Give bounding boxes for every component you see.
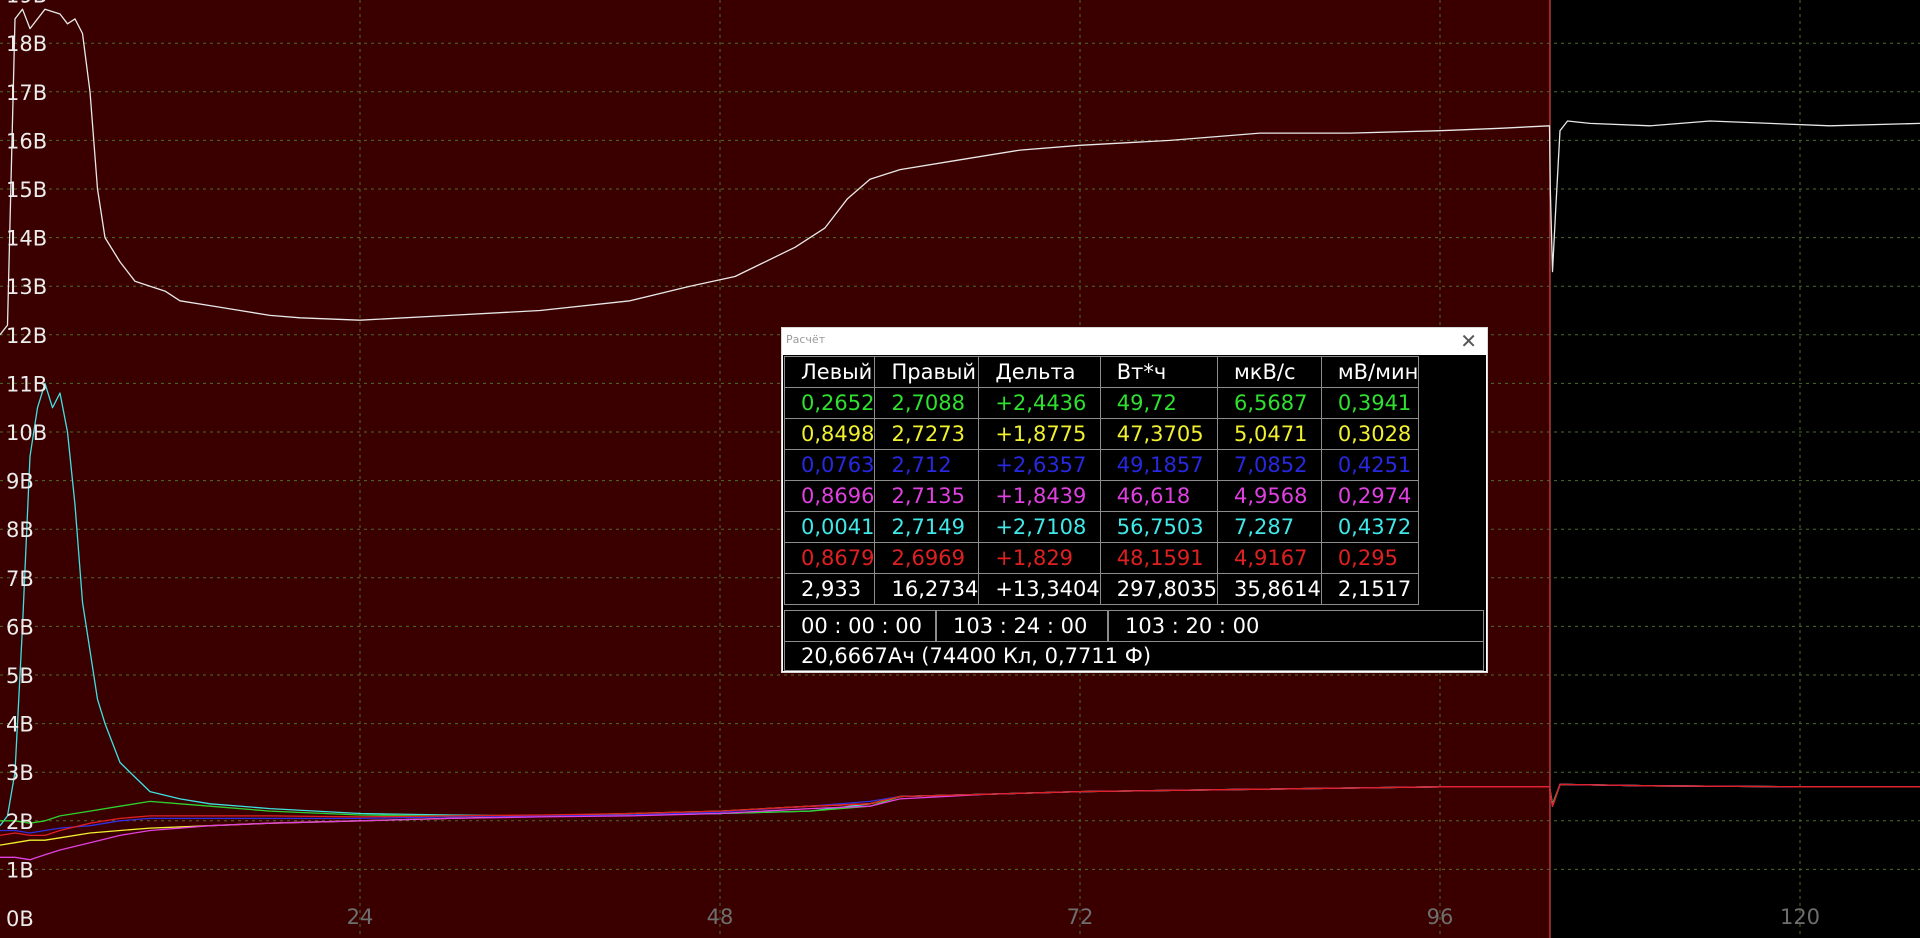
calc-window[interactable]: Расчёт ✕ Левый Правый Дельта Вт*ч мкВ/с …	[781, 327, 1488, 673]
y-tick-label: 12В	[6, 324, 47, 348]
cell-wh: 49,72	[1099, 387, 1218, 419]
cell-right: 2,6969	[874, 542, 980, 574]
y-tick-label: 18В	[6, 32, 47, 56]
cell-left: 0,8679	[783, 542, 876, 574]
y-tick-label: 10В	[6, 421, 47, 445]
y-tick-label: 15В	[6, 178, 47, 202]
y-tick-label: 4В	[6, 713, 34, 737]
cell-uv-per-s: 35,8614	[1216, 573, 1322, 605]
cell-right: 2,7149	[874, 511, 980, 543]
cell-wh: 46,618	[1099, 480, 1218, 512]
y-tick-label: 7В	[6, 567, 34, 591]
header-mv-per-min: мВ/мин	[1320, 356, 1420, 388]
y-tick-label: 2В	[6, 810, 34, 834]
cell-wh: 49,1857	[1099, 449, 1218, 481]
calc-body: Левый Правый Дельта Вт*ч мкВ/с мВ/мин 0,…	[783, 355, 1486, 671]
cell-uv-per-s: 5,0471	[1216, 418, 1322, 450]
time-end: 103 : 24 : 00	[936, 610, 1108, 642]
cell-right: 2,7088	[874, 387, 980, 419]
close-icon[interactable]: ✕	[1460, 329, 1477, 353]
cell-mv-per-min: 0,4251	[1320, 449, 1420, 481]
cell-right: 16,2734	[874, 573, 980, 605]
cell-delta: +13,3404	[978, 573, 1101, 605]
header-wh: Вт*ч	[1099, 356, 1218, 388]
y-tick-label: 14В	[6, 227, 47, 251]
charge-summary: 20,6667Ач (74400 Кл, 0,7711 Ф)	[784, 641, 1484, 671]
x-tick-label: 24	[347, 905, 374, 929]
y-tick-label: 11В	[6, 372, 47, 396]
header-right: Правый	[874, 356, 980, 388]
cell-delta: +1,8439	[978, 480, 1101, 512]
calc-row-total: 2,933 16,2734 +13,3404 297,8035 35,8614 …	[783, 573, 1420, 605]
cell-left: 0,8696	[783, 480, 876, 512]
y-tick-label: 0В	[6, 907, 34, 931]
calc-header-row: Левый Правый Дельта Вт*ч мкВ/с мВ/мин	[783, 356, 1420, 388]
calc-row: 0,8498 2,7273 +1,8775 47,3705 5,0471 0,3…	[783, 418, 1420, 450]
y-tick-label: 9В	[6, 470, 34, 494]
cell-delta: +2,7108	[978, 511, 1101, 543]
cell-uv-per-s: 6,5687	[1216, 387, 1322, 419]
header-left: Левый	[783, 356, 876, 388]
cell-mv-per-min: 0,4372	[1320, 511, 1420, 543]
cell-uv-per-s: 4,9167	[1216, 542, 1322, 574]
header-delta: Дельта	[978, 356, 1101, 388]
cell-left: 0,0041	[783, 511, 876, 543]
y-tick-label: 1В	[6, 858, 34, 882]
cell-mv-per-min: 0,2974	[1320, 480, 1420, 512]
cell-mv-per-min: 0,295	[1320, 542, 1420, 574]
calc-table: Левый Правый Дельта Вт*ч мкВ/с мВ/мин 0,…	[783, 356, 1420, 605]
cell-left: 0,8498	[783, 418, 876, 450]
x-tick-label: 48	[707, 905, 734, 929]
header-uv-per-s: мкВ/с	[1216, 356, 1322, 388]
cell-uv-per-s: 4,9568	[1216, 480, 1322, 512]
calc-row: 0,8679 2,6969 +1,829 48,1591 4,9167 0,29…	[783, 542, 1420, 574]
y-tick-label: 3В	[6, 761, 34, 785]
calc-row: 0,0763 2,712 +2,6357 49,1857 7,0852 0,42…	[783, 449, 1420, 481]
cell-mv-per-min: 2,1517	[1320, 573, 1420, 605]
cell-mv-per-min: 0,3941	[1320, 387, 1420, 419]
cell-uv-per-s: 7,287	[1216, 511, 1322, 543]
time-start: 00 : 00 : 00	[784, 610, 936, 642]
cell-right: 2,7273	[874, 418, 980, 450]
cell-delta: +1,8775	[978, 418, 1101, 450]
y-tick-label: 8В	[6, 518, 34, 542]
y-tick-label: 16В	[6, 129, 47, 153]
y-tick-label: 13В	[6, 275, 47, 299]
cell-mv-per-min: 0,3028	[1320, 418, 1420, 450]
cell-wh: 56,7503	[1099, 511, 1218, 543]
calc-titlebar[interactable]: Расчёт ✕	[782, 328, 1487, 355]
cell-right: 2,7135	[874, 480, 980, 512]
x-tick-label: 96	[1427, 905, 1454, 929]
cell-delta: +2,6357	[978, 449, 1101, 481]
calc-row: 0,0041 2,7149 +2,7108 56,7503 7,287 0,43…	[783, 511, 1420, 543]
time-row: 00 : 00 : 00 103 : 24 : 00 103 : 20 : 00	[784, 610, 1484, 642]
x-tick-label: 120	[1780, 905, 1820, 929]
cell-wh: 48,1591	[1099, 542, 1218, 574]
cell-right: 2,712	[874, 449, 980, 481]
cell-uv-per-s: 7,0852	[1216, 449, 1322, 481]
y-tick-label: 5В	[6, 664, 34, 688]
cell-wh: 297,8035	[1099, 573, 1218, 605]
cell-left: 2,933	[783, 573, 876, 605]
y-tick-label: 17В	[6, 81, 47, 105]
calc-title: Расчёт	[786, 333, 826, 346]
x-tick-label: 72	[1067, 905, 1094, 929]
y-tick-label: 19В	[6, 0, 47, 8]
time-duration: 103 : 20 : 00	[1108, 610, 1484, 642]
cell-delta: +1,829	[978, 542, 1101, 574]
calc-row: 0,8696 2,7135 +1,8439 46,618 4,9568 0,29…	[783, 480, 1420, 512]
cell-delta: +2,4436	[978, 387, 1101, 419]
cell-wh: 47,3705	[1099, 418, 1218, 450]
cell-left: 0,0763	[783, 449, 876, 481]
cell-left: 0,2652	[783, 387, 876, 419]
calc-row: 0,2652 2,7088 +2,4436 49,72 6,5687 0,394…	[783, 387, 1420, 419]
y-tick-label: 6В	[6, 615, 34, 639]
